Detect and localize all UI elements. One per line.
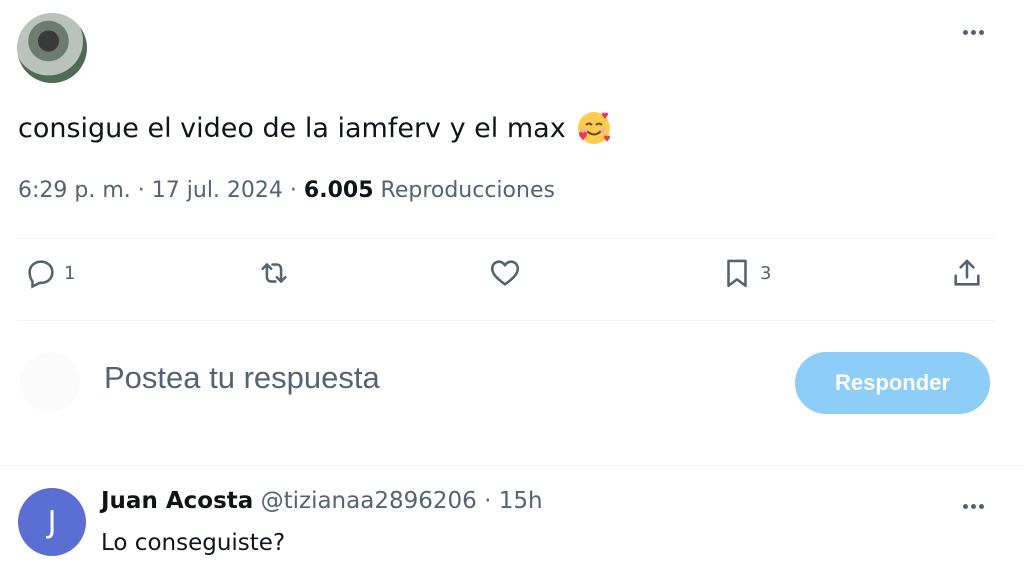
like-button[interactable]: [488, 256, 522, 290]
reply-comment[interactable]: J Juan Acosta @tizianaa2896206 · 15h Lo …: [0, 466, 1024, 576]
tweet-meta: 6:29 p. m. · 17 jul. 2024 · 6.005 Reprod…: [18, 178, 555, 203]
tweet-author-avatar[interactable]: [17, 13, 87, 83]
own-avatar: [20, 352, 80, 412]
tweet-text: consigue el video de la iamferv y el max: [18, 112, 566, 144]
comment-more-options-icon[interactable]: [956, 494, 990, 518]
reply-count: 1: [64, 262, 76, 284]
tweet-date[interactable]: 17 jul. 2024: [152, 178, 283, 203]
tweet-text-row: consigue el video de la iamferv y el max: [18, 110, 612, 146]
comment-text: Lo conseguiste?: [101, 530, 286, 556]
views-label: Reproducciones: [380, 178, 555, 203]
tweet-time[interactable]: 6:29 p. m.: [18, 178, 131, 203]
smiling-face-with-hearts-icon: [577, 112, 610, 144]
bookmark-count: 3: [760, 262, 772, 284]
bookmark-button[interactable]: 3: [720, 256, 771, 290]
comment-author-name[interactable]: Juan Acosta: [101, 488, 253, 514]
reply-button[interactable]: 1: [24, 256, 75, 290]
tweet-action-bar: 1 3: [0, 256, 1024, 306]
bookmark-icon: [727, 259, 747, 288]
tweet-more-options-icon[interactable]: [956, 20, 990, 44]
responder-button[interactable]: Responder: [795, 352, 990, 414]
comment-separator: ·: [484, 488, 492, 514]
share-icon: [954, 259, 980, 286]
meta-separator: ·: [289, 178, 297, 203]
share-button[interactable]: [950, 256, 984, 290]
comment-author-handle[interactable]: @tizianaa2896206: [261, 488, 477, 514]
comment-icon: [28, 260, 54, 289]
reply-input[interactable]: [104, 360, 704, 396]
reply-composer: Responder: [0, 340, 1024, 430]
divider-actions: [17, 320, 994, 321]
comment-time[interactable]: 15h: [499, 488, 543, 514]
repost-button[interactable]: [257, 256, 291, 290]
divider-top: [17, 238, 994, 239]
views-count: 6.005: [303, 178, 374, 203]
heart-icon: [490, 260, 520, 286]
repost-icon: [261, 263, 287, 283]
avatar[interactable]: J: [18, 488, 86, 556]
comment-header: Juan Acosta @tizianaa2896206 · 15h: [101, 488, 543, 514]
meta-separator: ·: [137, 178, 145, 203]
